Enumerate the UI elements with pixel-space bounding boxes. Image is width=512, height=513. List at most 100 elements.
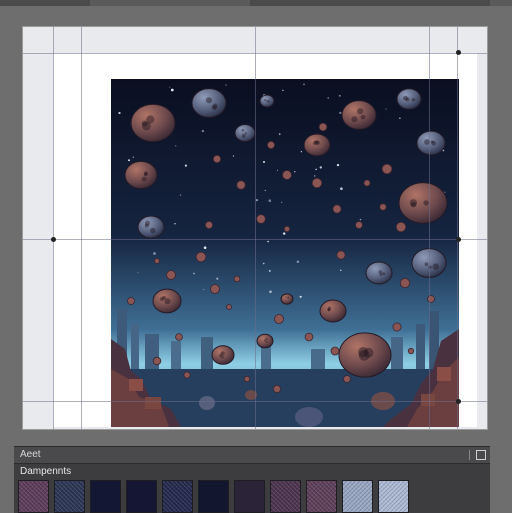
swatch-mauve-noise[interactable] bbox=[306, 480, 337, 513]
asteroid bbox=[396, 88, 422, 110]
asteroid bbox=[130, 103, 176, 143]
artboard[interactable] bbox=[53, 53, 477, 427]
star bbox=[359, 218, 362, 221]
small-asteroid bbox=[233, 275, 241, 283]
swatch-light-slate-noise[interactable] bbox=[342, 480, 373, 513]
swatch-deep-indigo[interactable] bbox=[126, 480, 157, 513]
small-asteroid bbox=[256, 214, 266, 224]
guide-horizontal[interactable] bbox=[23, 53, 487, 54]
small-asteroid bbox=[166, 270, 176, 280]
small-asteroid bbox=[212, 154, 222, 164]
small-asteroid bbox=[195, 251, 207, 263]
asteroid bbox=[256, 333, 274, 349]
crater bbox=[150, 227, 156, 234]
asteroid bbox=[416, 130, 446, 156]
star bbox=[327, 97, 330, 99]
crater bbox=[266, 99, 270, 103]
crater bbox=[424, 262, 429, 266]
transform-handle[interactable] bbox=[456, 50, 461, 55]
transform-handle[interactable] bbox=[456, 399, 461, 404]
small-asteroid bbox=[304, 332, 314, 342]
crater bbox=[357, 108, 364, 115]
star bbox=[193, 272, 195, 275]
crater bbox=[432, 263, 439, 270]
guide-vertical[interactable] bbox=[255, 27, 256, 429]
small-asteroid bbox=[379, 203, 387, 211]
star bbox=[137, 272, 139, 274]
star bbox=[263, 161, 265, 163]
swatch-deep-navy[interactable] bbox=[90, 480, 121, 513]
small-asteroid bbox=[282, 170, 292, 180]
guide-horizontal[interactable] bbox=[23, 401, 487, 402]
small-asteroid bbox=[152, 356, 162, 366]
star bbox=[278, 133, 281, 135]
panel-title: Aeet bbox=[20, 449, 41, 460]
swatch-pale-blue-noise[interactable] bbox=[378, 480, 409, 513]
swatch-plum-noise[interactable] bbox=[270, 480, 301, 513]
asteroid bbox=[137, 215, 165, 239]
star bbox=[444, 191, 446, 193]
small-asteroid bbox=[175, 333, 183, 341]
star bbox=[276, 169, 278, 171]
crater bbox=[164, 298, 171, 305]
swatch-dark-navy[interactable] bbox=[198, 480, 229, 513]
crater bbox=[423, 200, 429, 206]
star bbox=[294, 171, 296, 173]
crater bbox=[141, 176, 147, 182]
toolbar-segment bbox=[250, 0, 490, 6]
small-asteroid bbox=[363, 179, 371, 187]
asteroid bbox=[338, 332, 392, 378]
small-asteroid bbox=[210, 284, 220, 294]
crater bbox=[146, 115, 155, 124]
star bbox=[153, 252, 156, 255]
small-asteroid bbox=[127, 297, 135, 305]
swatch-indigo-noise[interactable] bbox=[162, 480, 193, 513]
swatch-navy-noise[interactable] bbox=[54, 480, 85, 513]
panel-menu-icon[interactable] bbox=[476, 450, 486, 460]
crater bbox=[287, 297, 289, 299]
swatch-purple-noise[interactable] bbox=[18, 480, 49, 513]
star bbox=[264, 189, 266, 191]
document-canvas[interactable] bbox=[22, 26, 488, 430]
small-asteroid bbox=[381, 163, 393, 175]
star bbox=[315, 168, 317, 171]
star bbox=[269, 290, 272, 294]
star bbox=[282, 232, 286, 235]
star bbox=[385, 108, 387, 110]
guide-horizontal[interactable] bbox=[23, 239, 487, 240]
swatch-dark-plum[interactable] bbox=[234, 480, 265, 513]
star bbox=[128, 159, 130, 162]
crater bbox=[378, 270, 383, 274]
star bbox=[340, 187, 343, 191]
star bbox=[296, 260, 300, 264]
small-asteroid bbox=[407, 347, 415, 355]
crater bbox=[143, 171, 149, 176]
transform-handle[interactable] bbox=[51, 237, 56, 242]
asteroid bbox=[365, 261, 393, 285]
star bbox=[340, 269, 342, 272]
star bbox=[184, 164, 188, 167]
star bbox=[399, 117, 401, 120]
guide-vertical[interactable] bbox=[81, 27, 82, 429]
crater bbox=[241, 133, 246, 138]
transform-handle[interactable] bbox=[456, 237, 461, 242]
swatch-row bbox=[18, 480, 488, 513]
guide-vertical[interactable] bbox=[457, 27, 458, 429]
small-asteroid bbox=[266, 141, 275, 150]
star bbox=[132, 156, 135, 158]
asteroid bbox=[124, 160, 158, 190]
crater bbox=[351, 116, 358, 123]
panel-header-divider bbox=[469, 450, 470, 460]
crater bbox=[363, 347, 374, 358]
crater bbox=[159, 296, 165, 302]
crater bbox=[144, 220, 151, 226]
star bbox=[268, 199, 272, 203]
small-asteroid bbox=[283, 225, 291, 233]
panel-header[interactable]: Aeet bbox=[14, 447, 490, 464]
guide-vertical[interactable] bbox=[429, 27, 430, 429]
guide-vertical[interactable] bbox=[53, 27, 54, 429]
star bbox=[303, 83, 305, 86]
small-asteroid bbox=[343, 375, 351, 383]
star bbox=[203, 246, 207, 249]
star bbox=[300, 151, 303, 153]
